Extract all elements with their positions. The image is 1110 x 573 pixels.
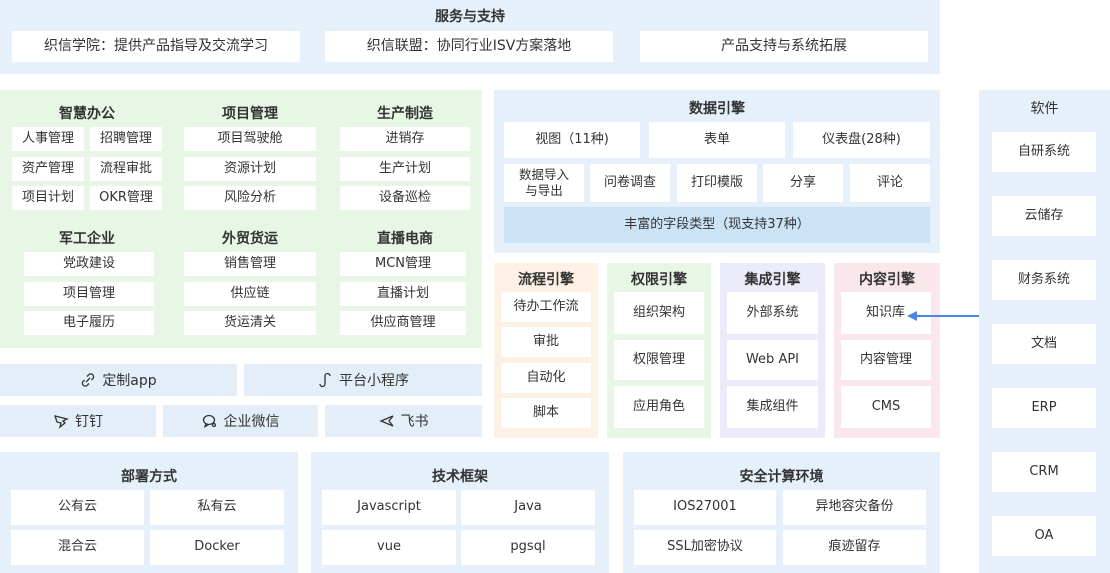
software-title: 软件: [1030, 101, 1059, 117]
group-title-military: 军工企业: [59, 231, 115, 247]
feishu-icon: [378, 415, 394, 427]
channel-feishu: 飞书: [325, 405, 482, 437]
feature-field-types: 丰富的字段类型（现支持37种）: [504, 207, 930, 243]
app-sales: 销售管理: [184, 252, 316, 276]
channel-dingtalk-label: 钉钉: [75, 414, 103, 430]
feature-comment: 评论: [850, 164, 930, 202]
perm-manage: 权限管理: [614, 340, 704, 380]
security-iso: IOS27001: [634, 490, 776, 525]
content-cms: CMS: [841, 386, 931, 428]
flow-approval: 审批: [501, 327, 591, 357]
app-inventory: 进销存: [340, 127, 470, 151]
tech-javascript: Javascript: [322, 490, 456, 525]
group-title-smart-office: 智慧办公: [59, 106, 115, 122]
app-asset: 资产管理: [12, 157, 84, 181]
flow-todo: 待办工作流: [501, 292, 591, 322]
perm-role: 应用角色: [614, 386, 704, 428]
software-crm: CRM: [992, 452, 1096, 492]
int-components: 集成组件: [727, 386, 818, 428]
group-title-trade: 外贸货运: [222, 231, 278, 247]
app-project-cockpit: 项目驾驶舱: [184, 127, 316, 151]
software-docs: 文档: [992, 324, 1096, 364]
security-ssl: SSL加密协议: [634, 530, 776, 565]
feature-dashboard: 仪表盘(28种): [793, 122, 930, 158]
group-title-livestream: 直播电商: [377, 231, 433, 247]
channel-custom-app: 定制app: [0, 364, 237, 396]
data-engine-title: 数据引擎: [689, 101, 745, 117]
software-cloud-storage: 云储存: [992, 196, 1096, 236]
channel-feishu-label: 飞书: [400, 414, 429, 430]
channel-wecom: 企业微信: [163, 405, 318, 437]
content-manage: 内容管理: [841, 340, 931, 380]
channel-dingtalk: 钉钉: [0, 405, 156, 437]
int-external: 外部系统: [727, 292, 818, 334]
app-approval: 流程审批: [90, 157, 162, 181]
app-live-plan: 直播计划: [340, 282, 466, 306]
app-risk: 风险分析: [184, 186, 316, 210]
feature-forms: 表单: [649, 122, 785, 158]
app-production-plan: 生产计划: [340, 157, 470, 181]
channel-custom-app-label: 定制app: [102, 373, 157, 389]
feature-print-template: 打印模版: [677, 164, 757, 202]
app-recruit: 招聘管理: [90, 127, 162, 151]
group-title-manufacturing: 生产制造: [377, 106, 433, 122]
channel-wecom-label: 企业微信: [223, 414, 280, 430]
software-erp: ERP: [992, 388, 1096, 428]
int-webapi: Web API: [727, 340, 818, 380]
security-backup: 异地容灾备份: [783, 490, 926, 525]
tech-title: 技术框架: [432, 469, 488, 485]
tech-java: Java: [461, 490, 595, 525]
services-item-academy: 织信学院：提供产品指导及交流学习: [12, 31, 300, 62]
feature-share: 分享: [763, 164, 843, 202]
mini-program-icon: [319, 372, 331, 388]
app-customs: 货运清关: [184, 311, 316, 335]
dingtalk-icon: [54, 415, 69, 429]
flow-engine-title: 流程引擎: [518, 272, 574, 288]
software-self-developed: 自研系统: [992, 132, 1096, 172]
app-supply-chain: 供应链: [184, 282, 316, 306]
flow-automation: 自动化: [501, 363, 591, 393]
flow-script: 脚本: [501, 398, 591, 428]
app-okr: OKR管理: [90, 186, 162, 210]
app-supplier: 供应商管理: [340, 311, 466, 335]
channel-mini-program: 平台小程序: [244, 364, 482, 396]
feature-survey: 问卷调查: [590, 164, 670, 202]
services-item-alliance: 织信联盟：协同行业ISV方案落地: [325, 31, 613, 62]
tech-vue: vue: [322, 530, 456, 565]
app-party: 党政建设: [24, 252, 154, 276]
feature-import-export: 数据导入 与导出: [504, 164, 584, 202]
tech-pgsql: pgsql: [461, 530, 595, 565]
deploy-public-cloud: 公有云: [11, 490, 144, 525]
permission-engine-title: 权限引擎: [631, 272, 687, 288]
services-item-support: 产品支持与系统拓展: [640, 31, 928, 62]
app-hr: 人事管理: [12, 127, 84, 151]
services-title: 服务与支持: [435, 9, 505, 25]
software-oa: OA: [992, 516, 1096, 556]
deploy-private-cloud: 私有云: [150, 490, 284, 525]
app-project-plan: 项目计划: [12, 186, 84, 210]
deploy-hybrid-cloud: 混合云: [11, 530, 144, 565]
perm-org: 组织架构: [614, 292, 704, 334]
content-engine-title: 内容引擎: [859, 272, 915, 288]
app-e-resume: 电子履历: [24, 311, 154, 335]
security-trace: 痕迹留存: [783, 530, 926, 565]
security-title: 安全计算环境: [739, 469, 824, 485]
app-equipment: 设备巡检: [340, 186, 470, 210]
deploy-title: 部署方式: [121, 469, 177, 485]
wecom-icon: [202, 414, 216, 428]
group-title-project: 项目管理: [222, 106, 278, 122]
feature-views: 视图（11种): [504, 122, 640, 158]
software-finance: 财务系统: [992, 260, 1096, 300]
app-resource-plan: 资源计划: [184, 157, 316, 181]
deploy-docker: Docker: [150, 530, 284, 565]
integration-engine-title: 集成引擎: [744, 272, 801, 288]
app-mil-project: 项目管理: [24, 282, 154, 306]
app-mcn: MCN管理: [340, 252, 466, 276]
channel-mini-program-label: 平台小程序: [339, 373, 409, 389]
link-icon: [82, 373, 95, 387]
